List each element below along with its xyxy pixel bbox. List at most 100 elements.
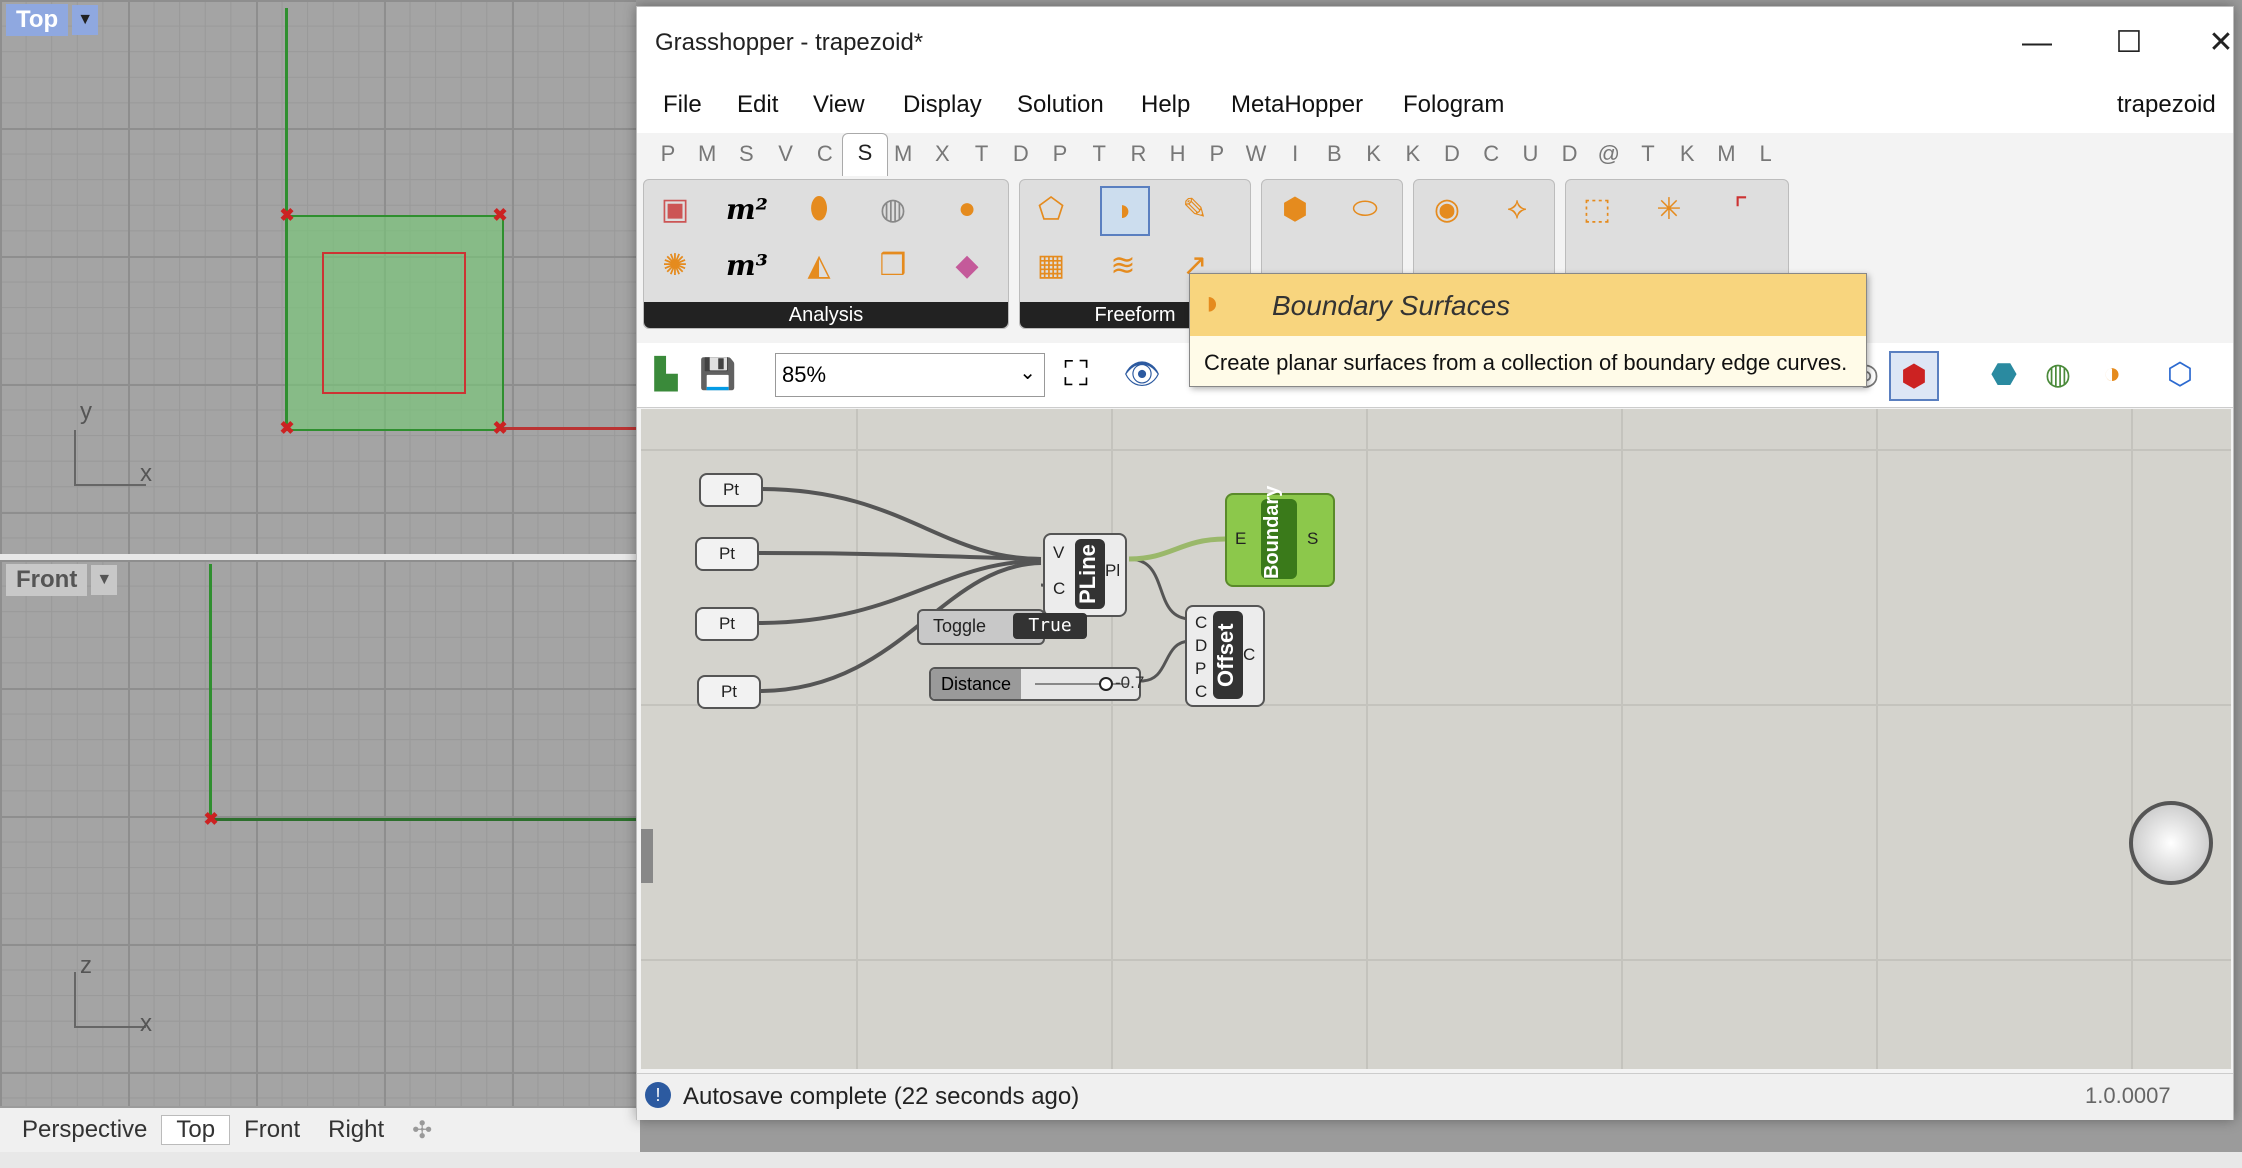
distance-slider[interactable]: Distance -0.7 (929, 667, 1144, 701)
bake-icon[interactable]: ⬣ (1981, 351, 2027, 397)
menu-metahopper[interactable]: MetaHopper (1231, 91, 1363, 119)
extrude-icon[interactable]: ✎ (1172, 186, 1218, 232)
viewport-name[interactable]: Front (6, 564, 88, 596)
navigation-compass[interactable] (2129, 801, 2213, 885)
title-bar[interactable]: Grasshopper - trapezoid* — ☐ ✕ (637, 7, 2234, 77)
tab-2[interactable]: S (733, 141, 759, 167)
zoom-extents-icon[interactable]: ⛶ (1053, 351, 1099, 397)
menu-help[interactable]: Help (1141, 91, 1190, 119)
tab-8[interactable]: T (969, 141, 995, 167)
evaluate-icon[interactable]: ● (944, 186, 990, 232)
top-viewport-label[interactable]: Top ▼ (6, 4, 99, 36)
dimensions-icon[interactable]: ✺ (652, 242, 698, 288)
tab-28[interactable]: L (1753, 141, 1779, 167)
menu-view[interactable]: View (813, 91, 865, 119)
boolean-toggle[interactable]: Toggle True (917, 609, 1087, 645)
pline-component[interactable]: V C PLine Pl (1043, 533, 1127, 617)
gh-canvas[interactable]: Pt Pt Pt Pt V C PLine Pl E Boundary S To… (641, 409, 2231, 1069)
input-c[interactable]: C (1195, 613, 1207, 633)
area-icon[interactable]: m² (724, 186, 770, 232)
volume-icon[interactable]: m³ (724, 242, 770, 288)
tab-22[interactable]: U (1517, 141, 1543, 167)
input-c[interactable]: C (1195, 682, 1207, 702)
input-p[interactable]: P (1195, 659, 1206, 679)
close-icon[interactable]: ✕ (2189, 19, 2242, 67)
loft-icon[interactable]: ≋ (1100, 242, 1146, 288)
input-d[interactable]: D (1195, 636, 1207, 656)
point-marker[interactable]: ✖ (203, 810, 219, 828)
tab-10[interactable]: P (1047, 141, 1073, 167)
shaded-preview-icon[interactable]: ⬢ (1889, 351, 1939, 401)
output-c[interactable]: C (1243, 645, 1255, 665)
chevron-down-icon[interactable]: ▼ (72, 5, 99, 35)
input-e[interactable]: E (1235, 529, 1246, 549)
tab-4[interactable]: C (812, 141, 838, 167)
split-icon[interactable]: ✳ (1646, 186, 1692, 232)
tab-26[interactable]: K (1674, 141, 1700, 167)
tab-16[interactable]: I (1282, 141, 1308, 167)
tab-front[interactable]: Front (230, 1116, 314, 1144)
4point-surface-icon[interactable]: ⬠ (1028, 186, 1074, 232)
point-marker[interactable]: ✖ (279, 419, 295, 437)
pt-param[interactable]: Pt (695, 537, 759, 571)
rebuild-icon[interactable]: ⌜ (1718, 186, 1764, 232)
tab-right[interactable]: Right (314, 1116, 398, 1144)
menu-solution[interactable]: Solution (1017, 91, 1104, 119)
minimize-icon[interactable]: — (2005, 19, 2069, 67)
output-pl[interactable]: Pl (1105, 561, 1120, 581)
menu-display[interactable]: Display (903, 91, 982, 119)
pt-param[interactable]: Pt (697, 675, 761, 709)
tab-24[interactable]: @ (1596, 141, 1622, 167)
material-icon[interactable]: ◍ (2035, 351, 2081, 397)
offset-curve[interactable] (322, 252, 466, 394)
tab-19[interactable]: K (1400, 141, 1426, 167)
output-s[interactable]: S (1307, 529, 1318, 549)
menu-edit[interactable]: Edit (737, 91, 778, 119)
front-viewport[interactable]: Front ▼ ✖ z x (0, 560, 636, 1106)
tab-17[interactable]: B (1321, 141, 1347, 167)
divide-surface-icon[interactable]: ⬚ (1574, 186, 1620, 232)
tab-12[interactable]: R (1125, 141, 1151, 167)
tab-14[interactable]: P (1204, 141, 1230, 167)
input-c[interactable]: C (1053, 579, 1065, 599)
tab-25[interactable]: T (1635, 141, 1661, 167)
pt-param[interactable]: Pt (695, 607, 759, 641)
pipe-icon[interactable]: ⟡ (1494, 186, 1540, 232)
canvas-scroll-handle[interactable] (641, 829, 653, 883)
tab-6[interactable]: M (890, 141, 916, 167)
tab-18[interactable]: K (1361, 141, 1387, 167)
boundary-surfaces-icon[interactable]: ◗ (1100, 186, 1150, 236)
preview-eye-icon[interactable]: 👁 (1119, 351, 1165, 397)
tab-7[interactable]: X (929, 141, 955, 167)
sphere-preview-icon[interactable]: ◑ (2089, 351, 2135, 397)
front-viewport-label[interactable]: Front ▼ (6, 564, 118, 596)
save-icon[interactable]: 💾 (695, 351, 741, 397)
tab-3[interactable]: V (773, 141, 799, 167)
tab-20[interactable]: D (1439, 141, 1465, 167)
maximize-icon[interactable]: ☐ (2097, 19, 2161, 67)
zoom-select[interactable]: 85% ⌄ (775, 353, 1045, 397)
top-viewport[interactable]: Top ▼ ✖ ✖ ✖ ✖ y x (0, 0, 636, 554)
slider-knob[interactable] (1099, 677, 1113, 691)
curve-closest-icon[interactable]: ⬮ (796, 186, 842, 232)
offset-component[interactable]: C D P C Offset C (1185, 605, 1265, 707)
document-preview-icon[interactable]: ⬡ (2157, 351, 2203, 397)
viewport-name[interactable]: Top (6, 4, 69, 36)
tab-11[interactable]: T (1086, 141, 1112, 167)
point-marker[interactable]: ✖ (492, 206, 508, 224)
tab-5[interactable]: S (842, 133, 888, 176)
brep-icon[interactable]: ❒ (870, 242, 916, 288)
toggle-value[interactable]: True (1013, 613, 1087, 639)
surface-icon[interactable]: ◆ (944, 242, 990, 288)
point-marker[interactable]: ✖ (492, 419, 508, 437)
tab-27[interactable]: M (1713, 141, 1739, 167)
open-file-icon[interactable]: ▙ (643, 351, 689, 397)
box-icon[interactable]: ⬢ (1272, 186, 1318, 232)
tab-13[interactable]: H (1165, 141, 1191, 167)
tab-perspective[interactable]: Perspective (0, 1116, 161, 1144)
pt-param[interactable]: Pt (699, 473, 763, 507)
tab-top[interactable]: Top (161, 1115, 231, 1145)
tab-1[interactable]: M (694, 141, 720, 167)
chevron-down-icon[interactable]: ▼ (91, 565, 118, 595)
tab-21[interactable]: C (1478, 141, 1504, 167)
